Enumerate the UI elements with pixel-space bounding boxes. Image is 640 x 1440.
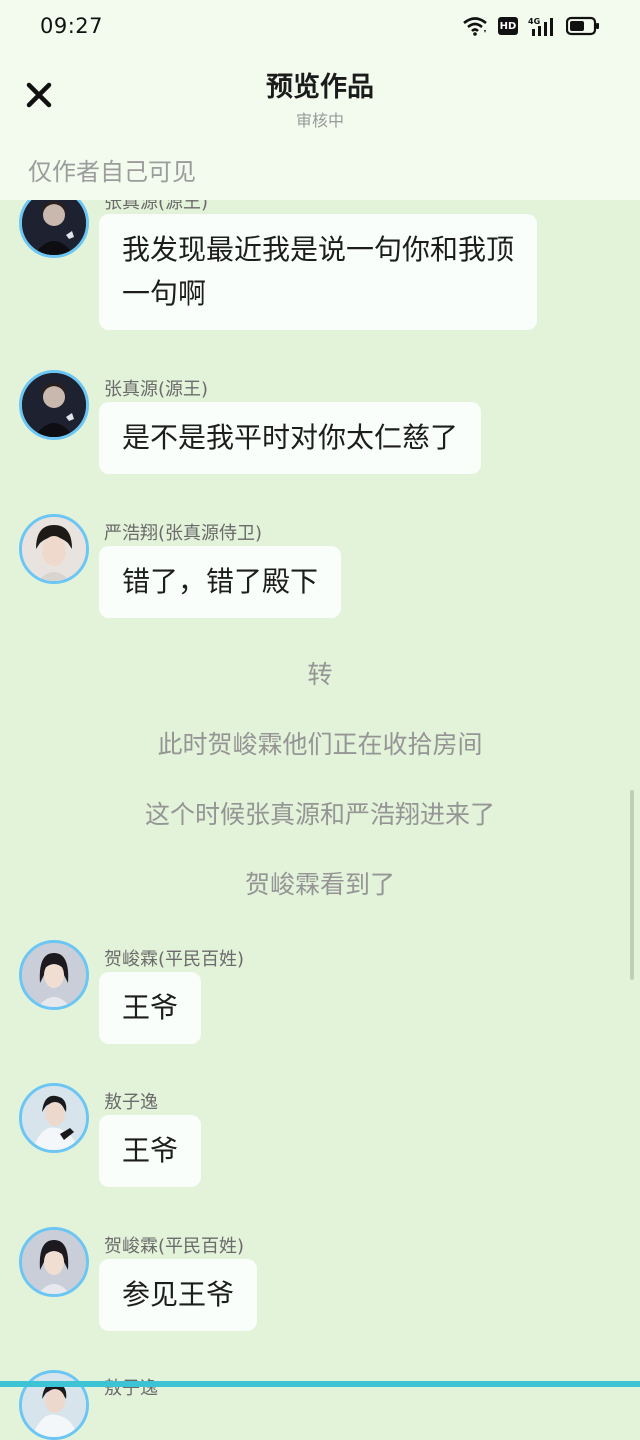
avatar-zhang-icon — [22, 191, 86, 255]
sender-name: 张真源(源王) — [104, 379, 209, 400]
chat-feed[interactable]: 张真源(源王) 我发现最近我是说一句你和我顶一句啊 张真源(源王) 是不是我平时… — [0, 0, 640, 1440]
message-bubble[interactable]: 王爷 — [99, 972, 202, 1044]
avatar-ao-icon — [22, 1086, 86, 1150]
sender-name: 贺峻霖(平民百姓) — [104, 1236, 245, 1257]
sender-name: 敖子逸 — [104, 1092, 158, 1113]
bottom-accent-bar — [0, 1381, 640, 1387]
sender-name: 贺峻霖(平民百姓) — [104, 949, 245, 970]
narration-text: 转 — [307, 660, 333, 689]
page-title: 预览作品 — [266, 72, 374, 103]
visibility-note: 仅作者自己可见 — [28, 158, 196, 186]
avatar[interactable] — [19, 514, 89, 584]
avatar-zhang-icon — [22, 373, 86, 437]
status-icons: HD 4G — [462, 16, 600, 36]
avatar[interactable] — [19, 1227, 89, 1297]
avatar-yan-icon — [22, 517, 86, 581]
signal-icon: 4G — [528, 17, 553, 36]
network-label: 4G — [528, 17, 540, 26]
narration-text: 这个时候张真源和严浩翔进来了 — [144, 800, 495, 829]
hd-icon: HD — [498, 17, 518, 35]
narration-text: 此时贺峻霖他们正在收拾房间 — [157, 730, 483, 759]
message-text: 我发现最近我是说一句你和我顶一句啊 — [122, 233, 515, 310]
header: 09:27 HD 4G 预览作品 审核中 仅作者自己可见 — [0, 0, 640, 200]
wifi-icon — [463, 17, 487, 36]
message-text: 错了，错了殿下 — [122, 565, 319, 598]
battery-icon — [566, 16, 599, 36]
avatar[interactable] — [19, 370, 89, 440]
status-time: 09:27 — [40, 14, 104, 38]
message-bubble[interactable]: 错了，错了殿下 — [99, 546, 342, 618]
message-text: 是不是我平时对你太仁慈了 — [122, 421, 459, 454]
sender-name: 敖子逸 — [104, 1378, 158, 1399]
avatar[interactable] — [19, 1083, 89, 1153]
message-bubble[interactable]: 王爷 — [99, 1115, 202, 1187]
message-text: 王爷 — [122, 1134, 179, 1167]
sender-name: 严浩翔(张真源侍卫) — [104, 523, 263, 544]
avatar-he-icon — [22, 1230, 86, 1294]
message-text: 参见王爷 — [122, 1278, 235, 1311]
avatar-he-icon — [22, 943, 86, 1007]
avatar[interactable] — [19, 940, 89, 1010]
scrollbar[interactable] — [630, 790, 634, 980]
review-status: 审核中 — [295, 111, 344, 130]
message-text: 王爷 — [122, 991, 179, 1024]
message-bubble[interactable]: 参见王爷 — [99, 1259, 258, 1331]
narration-text: 贺峻霖看到了 — [244, 870, 395, 899]
message-bubble[interactable]: 我发现最近我是说一句你和我顶一句啊 — [99, 214, 537, 330]
message-bubble[interactable]: 是不是我平时对你太仁慈了 — [99, 402, 482, 474]
